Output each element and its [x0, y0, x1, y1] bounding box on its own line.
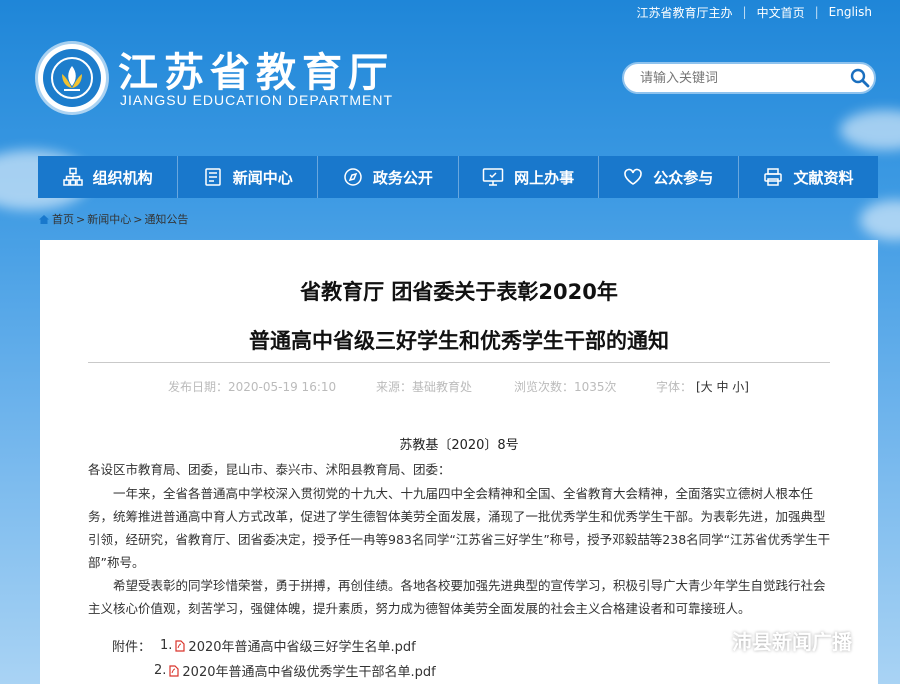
heart-icon — [624, 168, 643, 185]
search-input[interactable] — [638, 69, 846, 87]
site-logo[interactable] — [38, 44, 106, 112]
attachment-link[interactable]: 2020年普通高中省级优秀学生干部名单.pdf — [182, 661, 435, 680]
nav-item-public-participation[interactable]: 公众参与 — [599, 156, 739, 198]
salutation: 各设区市教育局、团委，昆山市、泰兴市、沭阳县教育局、团委： — [88, 462, 451, 477]
logo-emblem-icon — [43, 49, 101, 107]
monitor-icon — [482, 168, 504, 186]
main-nav: 组织机构 新闻中心 政务公开 网上办事 公众参与 文献资料 — [38, 156, 878, 198]
home-link[interactable]: 中文首页 — [757, 4, 805, 21]
breadcrumb-separator: > — [133, 212, 143, 226]
watermark-text: 沛县新闻广播 — [732, 630, 852, 654]
nav-label: 网上办事 — [514, 168, 575, 187]
compass-icon — [344, 168, 362, 186]
pdf-icon — [169, 664, 180, 677]
home-icon — [39, 214, 49, 224]
breadcrumb-home[interactable]: 首页 — [52, 211, 74, 227]
view-count: 浏览次数：1035次 — [514, 380, 617, 394]
nav-label: 文献资料 — [793, 168, 854, 187]
wechat-icon — [700, 630, 726, 651]
cloud-decoration — [860, 200, 900, 240]
nav-label: 政务公开 — [372, 168, 433, 187]
title-divider — [88, 362, 830, 363]
document-icon — [205, 168, 221, 186]
article-paragraph: 一年来，全省各普通高中学校深入贯彻党的十九大、十九届四中全会精神和全国、全省教育… — [88, 486, 831, 570]
article-panel: 省教育厅 团省委关于表彰2020年 普通高中省级三好学生和优秀学生干部的通知 发… — [40, 240, 878, 684]
nav-label: 组织机构 — [92, 168, 153, 187]
search-button[interactable] — [846, 64, 874, 92]
article-source: 来源：基础教育处 — [376, 380, 473, 394]
article-paragraph: 希望受表彰的同学珍惜荣誉，勇于拼搏，再创佳绩。各地各校要加强先进典型的宣传学习，… — [88, 578, 826, 616]
nav-label: 公众参与 — [653, 168, 714, 187]
nav-item-government-affairs[interactable]: 政务公开 — [318, 156, 459, 198]
printer-icon — [764, 168, 783, 186]
nav-item-news[interactable]: 新闻中心 — [178, 156, 319, 198]
breadcrumb-notices[interactable]: 通知公告 — [144, 211, 188, 227]
site-title: 江苏省教育厅 — [118, 50, 394, 96]
nav-item-organization[interactable]: 组织机构 — [38, 156, 179, 198]
cloud-decoration — [840, 110, 900, 150]
site-title-english: JIANGSU EDUCATION DEPARTMENT — [120, 92, 394, 108]
font-size-label: 字体： — [656, 380, 693, 394]
org-chart-icon — [62, 167, 83, 186]
breadcrumb: 首页 > 新闻中心 > 通知公告 — [38, 211, 188, 227]
separator: | — [742, 5, 747, 19]
separator: | — [814, 5, 819, 19]
attachment-number: 1. — [160, 638, 173, 653]
top-bar: 江苏省教育厅主办 | 中文首页 | English — [637, 0, 900, 24]
pdf-icon — [175, 639, 186, 652]
search-box — [622, 62, 876, 94]
document-number: 苏教基〔2020〕8号 — [399, 438, 519, 453]
article-title-line1: 省教育厅 团省委关于表彰2020年 — [300, 280, 618, 304]
wechat-watermark: 沛县新闻广播 — [700, 626, 852, 655]
search-icon — [850, 68, 870, 88]
font-size-switcher[interactable]: [大 中 小] — [696, 378, 749, 395]
nav-item-literature[interactable]: 文献资料 — [739, 156, 878, 198]
attachment-row: 2. 2020年普通高中省级优秀学生干部名单.pdf — [154, 661, 436, 680]
sponsor-text: 江苏省教育厅主办 — [636, 5, 733, 20]
english-link[interactable]: English — [829, 5, 872, 19]
attachment-label: 附件： — [112, 640, 152, 655]
attachment-number: 2. — [154, 663, 167, 678]
nav-label: 新闻中心 — [232, 168, 293, 187]
article-title-line2: 普通高中省级三好学生和优秀学生干部的通知 — [249, 329, 669, 353]
attachment-link[interactable]: 2020年普通高中省级三好学生名单.pdf — [188, 636, 415, 655]
publish-date: 发布日期：2020-05-19 16:10 — [168, 380, 337, 394]
breadcrumb-separator: > — [76, 212, 86, 226]
attachment-row: 附件： 1. 2020年普通高中省级三好学生名单.pdf — [112, 636, 416, 655]
breadcrumb-news[interactable]: 新闻中心 — [87, 211, 131, 227]
nav-item-online-services[interactable]: 网上办事 — [459, 156, 599, 198]
